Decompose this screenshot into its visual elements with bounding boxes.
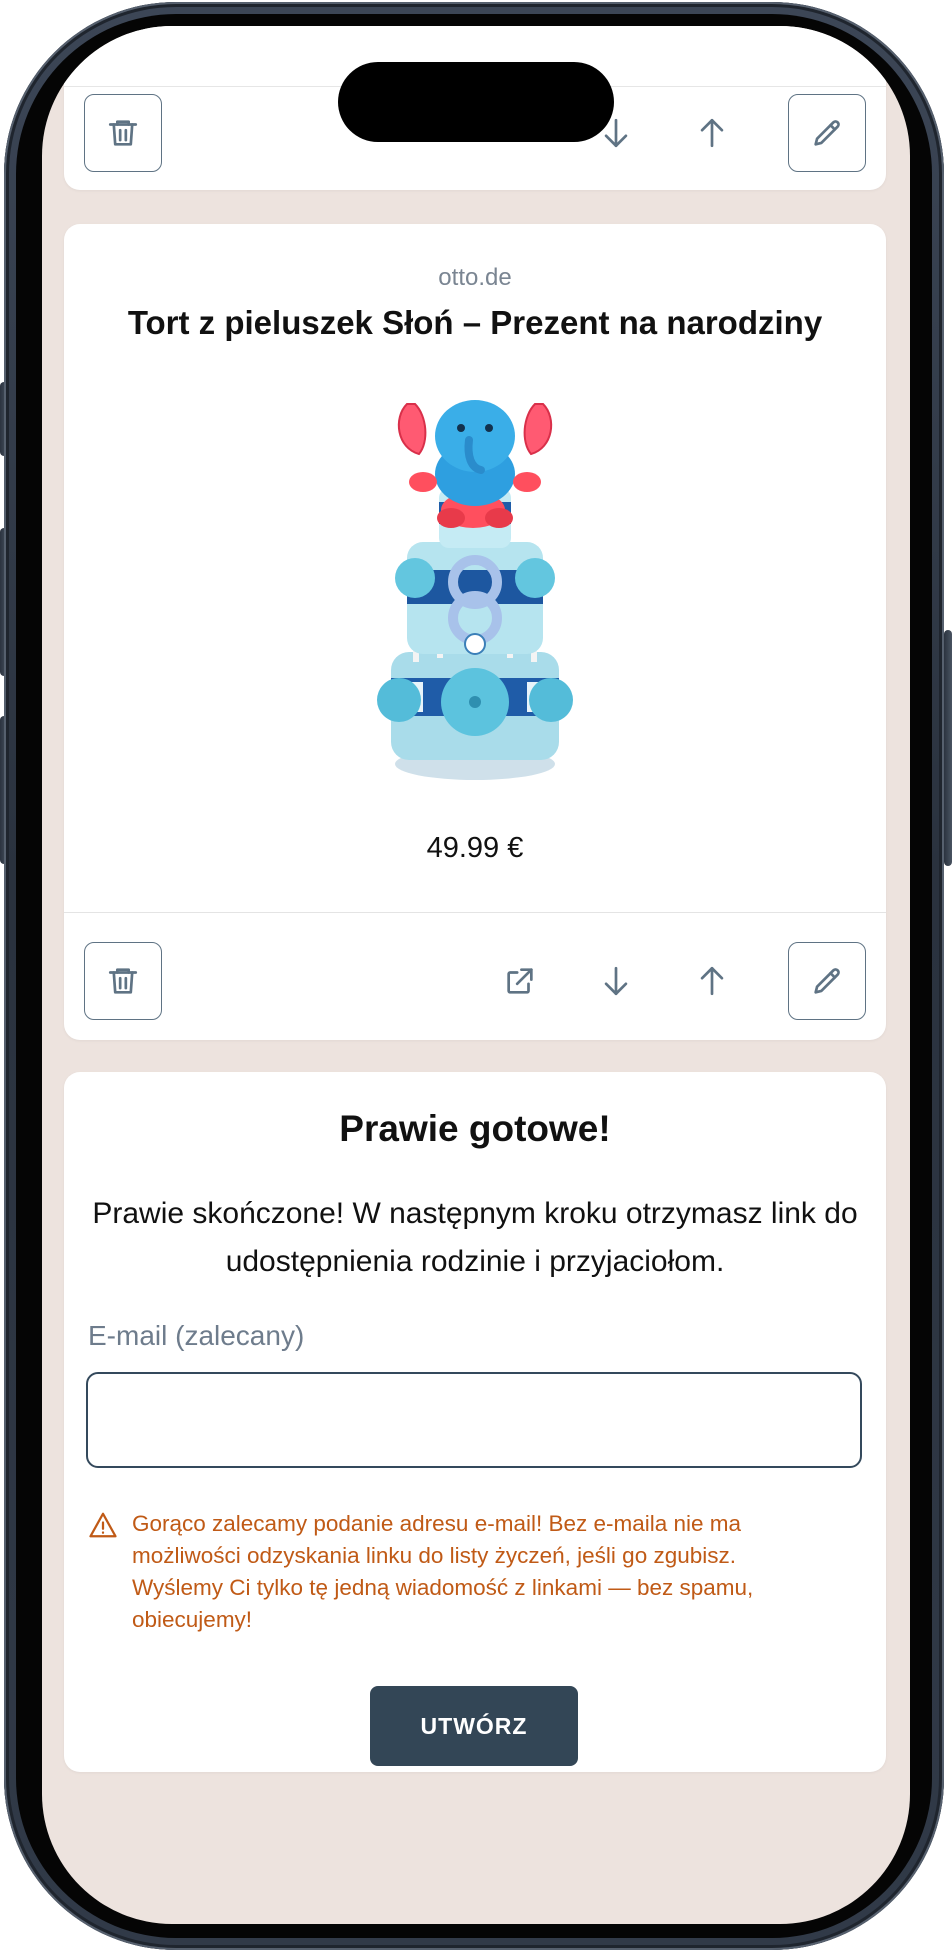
dynamic-island [338,62,614,142]
warning-triangle-icon [89,1512,117,1538]
open-link-button[interactable] [492,953,548,1009]
product-price: 49.99 € [426,832,524,864]
product-card: otto.de Tort z pieluszek Słoń – Prezent … [64,224,886,1040]
move-up-button[interactable] [684,953,740,1009]
pencil-icon [814,120,840,146]
edit-button[interactable] [788,94,866,172]
finish-form-card: Prawie gotowe! Prawie skończone! W nastę… [64,1072,886,1772]
move-up-button[interactable] [684,105,740,161]
email-label: E-mail (zalecany) [88,1320,305,1351]
device-mockup: otto.de Tort z pieluszek Słoń – Prezent … [0,0,952,1954]
trash-icon [108,968,138,994]
power-button [944,630,952,866]
product-source: otto.de [438,264,512,291]
product-title: Tort z pieluszek Słoń – Prezent na narod… [127,304,823,341]
email-field[interactable] [86,1372,862,1468]
form-description: Prawie skończone! W następnym kroku otrz… [92,1197,858,1278]
delete-button[interactable] [84,94,162,172]
card-divider [64,912,886,913]
product-image [377,400,573,780]
pencil-icon [814,968,840,994]
delete-button[interactable] [84,942,162,1020]
trash-icon [108,120,138,146]
warning-text: Gorąco zalecamy podanie adresu e-mail! B… [132,1511,754,1632]
arrow-up-icon [700,118,724,148]
arrow-down-icon [604,966,628,996]
move-down-button[interactable] [588,953,644,1009]
product-actions [64,942,886,1022]
screen: otto.de Tort z pieluszek Słoń – Prezent … [42,26,910,1924]
edit-button[interactable] [788,942,866,1020]
arrow-up-icon [700,966,724,996]
create-button[interactable]: UTWÓRZ [370,1686,578,1766]
form-heading: Prawie gotowe! [339,1108,611,1149]
external-link-icon [507,968,533,994]
